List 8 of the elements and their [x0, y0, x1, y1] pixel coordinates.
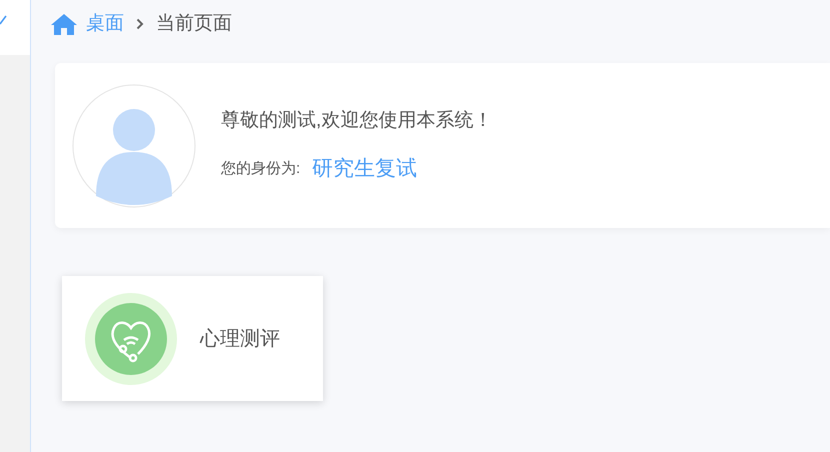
role-value: 研究生复试: [312, 156, 418, 182]
role-label: 您的身份为:: [221, 158, 300, 178]
app-tile[interactable]: 心理测评: [62, 276, 323, 401]
breadcrumb-current: 当前页面: [156, 12, 232, 36]
heart-stethoscope-icon: [84, 292, 178, 386]
home-icon[interactable]: [50, 12, 78, 36]
chevron-right-icon: [136, 18, 144, 30]
greeting-text: 尊敬的测试,欢迎您使用本系统！: [221, 108, 492, 132]
